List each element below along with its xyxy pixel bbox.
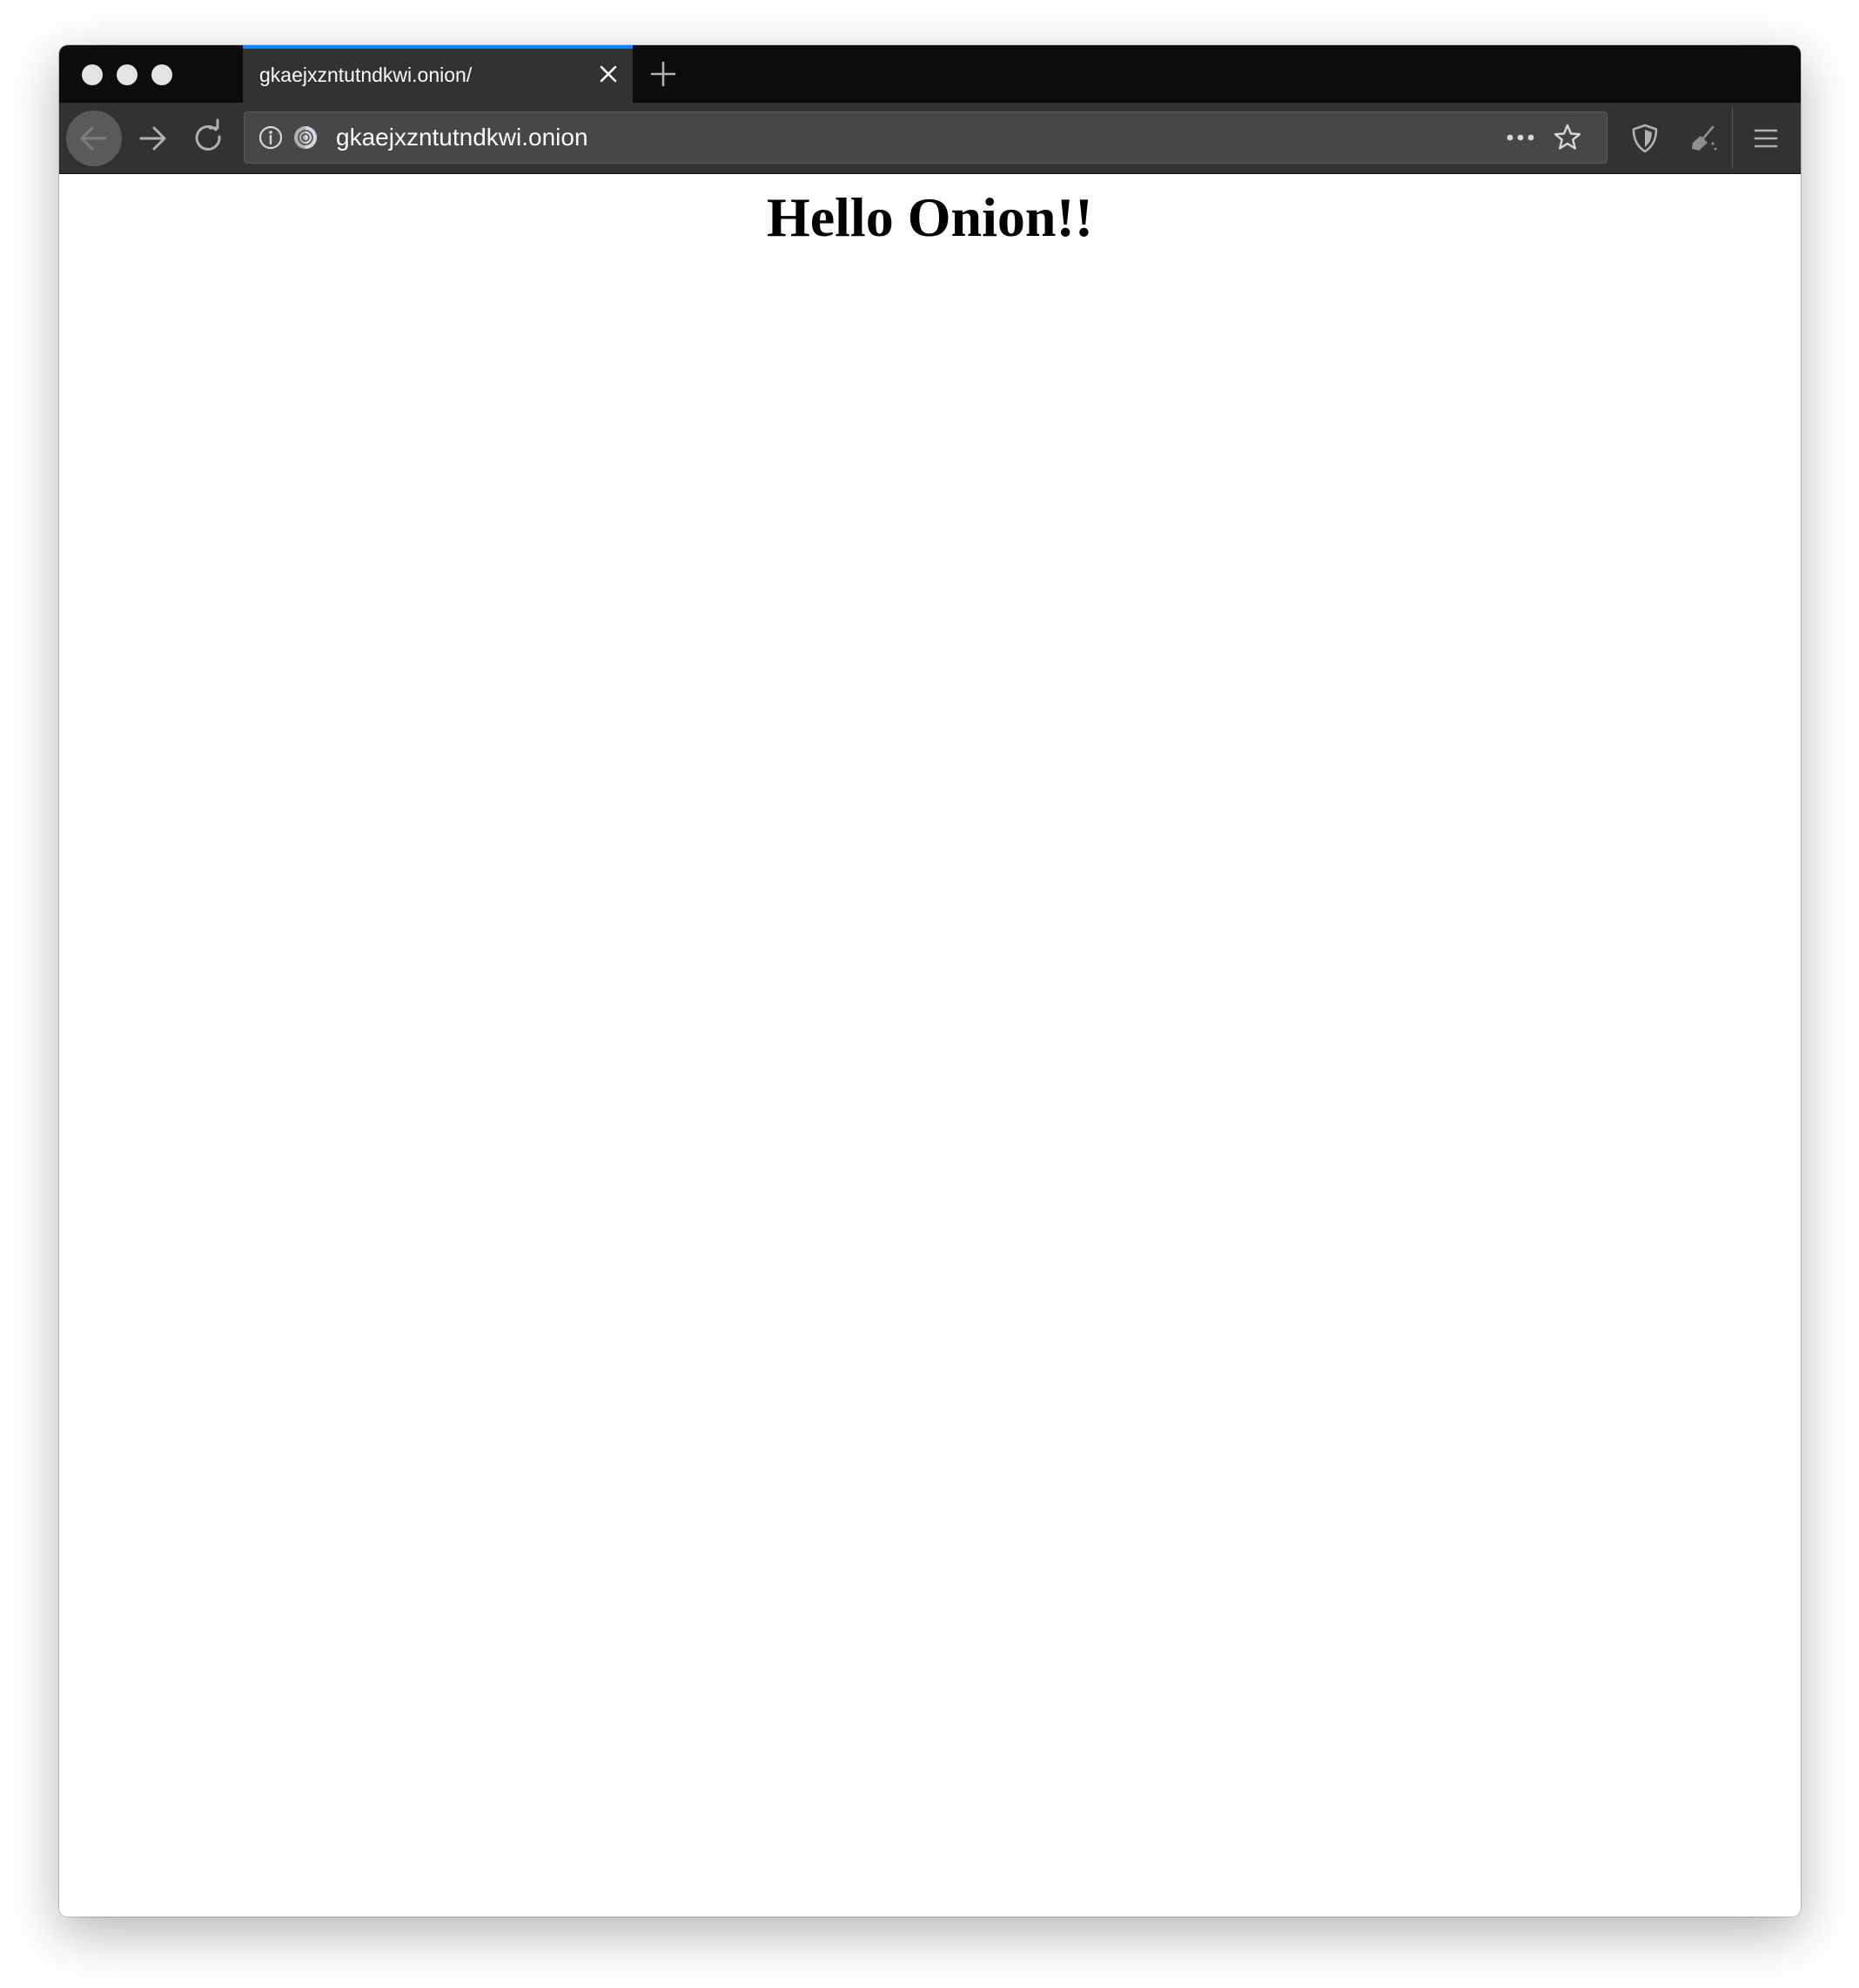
tab-strip: gkaejxzntutndkwi.onion/ <box>59 45 1801 103</box>
page-content: Hello Onion!! <box>59 174 1801 1917</box>
plus-icon[interactable] <box>648 59 678 89</box>
back-button[interactable] <box>66 111 122 166</box>
tab-active[interactable]: gkaejxzntutndkwi.onion/ <box>243 45 633 103</box>
close-icon[interactable] <box>596 62 621 86</box>
reload-button[interactable] <box>181 111 237 166</box>
window-zoom-button[interactable] <box>151 64 172 85</box>
url-text[interactable]: gkaejxzntutndkwi.onion <box>336 124 588 151</box>
reload-icon <box>181 118 237 170</box>
page-heading: Hello Onion!! <box>766 186 1094 248</box>
window-close-button[interactable] <box>82 64 103 85</box>
navigation-toolbar: gkaejxzntutndkwi.onion <box>59 103 1801 174</box>
tab-title: gkaejxzntutndkwi.onion/ <box>259 64 473 86</box>
broom-icon[interactable] <box>1687 123 1720 156</box>
url-bar[interactable]: gkaejxzntutndkwi.onion <box>244 111 1607 164</box>
security-shield-icon[interactable] <box>1629 123 1661 154</box>
toolbar-divider <box>1732 108 1733 169</box>
forward-button[interactable] <box>124 111 180 166</box>
hamburger-menu-icon[interactable] <box>1752 124 1780 152</box>
onion-icon[interactable] <box>292 124 319 151</box>
more-actions-icon[interactable] <box>1503 124 1538 151</box>
forward-arrow-icon <box>124 126 180 170</box>
window-minimize-button[interactable] <box>117 64 138 85</box>
browser-window: gkaejxzntutndkwi.onion/ gkaejxzntutndkwi… <box>59 45 1801 1917</box>
info-icon[interactable] <box>257 124 285 151</box>
bookmark-star-icon[interactable] <box>1552 122 1583 153</box>
back-arrow-icon <box>66 126 122 170</box>
